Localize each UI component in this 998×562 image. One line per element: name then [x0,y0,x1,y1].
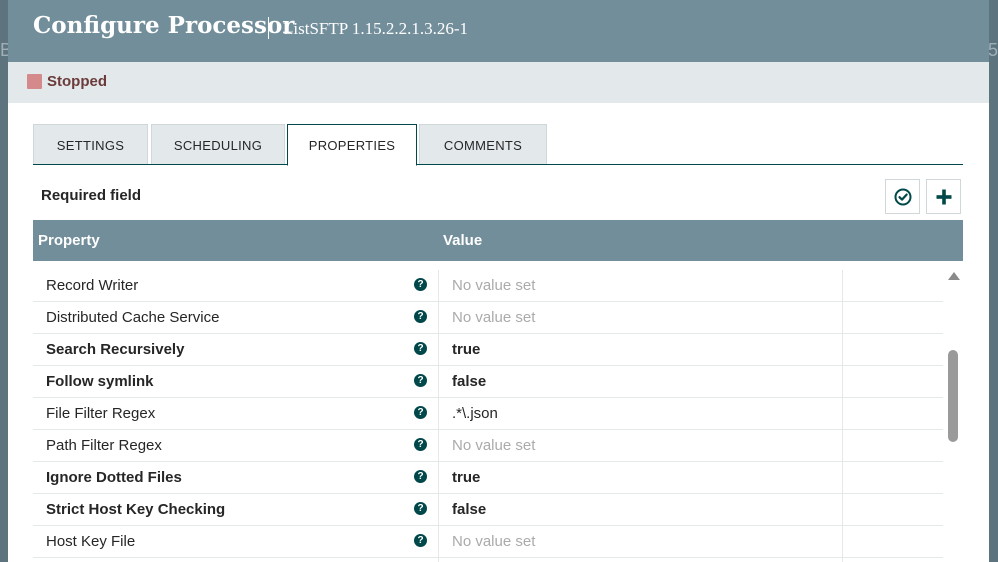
plus-icon [936,189,951,204]
table-row[interactable]: Follow symlink? false [33,366,943,398]
dialog-subtitle: ListSFTP 1.15.2.2.1.3.26-1 [283,19,468,38]
help-icon[interactable]: ? [414,470,427,483]
property-value: false [452,501,487,518]
property-name: Search Recursively [46,341,185,358]
configure-processor-dialog: Configure Processor ListSFTP 1.15.2.2.1.… [8,0,989,562]
table-row[interactable]: Connection Timeout?30 sec [33,558,943,562]
table-row[interactable]: Record Writer? No value set [33,270,943,302]
property-column-header[interactable]: Property [38,232,100,249]
property-name: Record Writer [46,277,139,294]
status-bar: Stopped [8,62,989,103]
property-value-cell[interactable]: No value set [438,302,843,333]
help-icon[interactable]: ? [414,438,427,451]
tab-properties[interactable]: PROPERTIES [287,124,417,166]
help-icon[interactable]: ? [414,374,427,387]
table-row[interactable]: Search Recursively? true [33,334,943,366]
property-value-cell[interactable]: No value set [438,270,843,301]
tab-settings[interactable]: SETTINGS [33,124,148,164]
table-row[interactable]: Strict Host Key Checking? false [33,494,943,526]
help-icon[interactable]: ? [414,406,427,419]
property-name: Ignore Dotted Files [46,469,182,486]
table-row[interactable]: Path Filter Regex? No value set [33,430,943,462]
properties-table-header: Property Value [33,220,963,261]
property-name: Follow symlink [46,373,154,390]
property-name: Strict Host Key Checking [46,501,226,518]
add-property-button[interactable] [926,179,961,214]
help-icon[interactable]: ? [414,278,427,291]
property-value: true [452,469,481,486]
table-row[interactable]: Ignore Dotted Files? true [33,462,943,494]
status-label: Stopped [47,73,107,90]
stopped-icon [27,74,42,89]
property-name: File Filter Regex [46,405,156,422]
help-icon[interactable]: ? [414,502,427,515]
property-value-cell[interactable]: false [438,366,843,397]
property-value: No value set [452,309,536,326]
verify-properties-button[interactable] [885,179,920,214]
property-value-cell[interactable]: .*\.json [438,398,843,429]
help-icon[interactable]: ? [414,534,427,547]
properties-table-body: Record Writer? No value set Distributed Ca… [33,270,943,562]
background-text-right: 5 [988,40,998,60]
property-value-cell[interactable]: true [438,334,843,365]
title-separator [268,17,269,39]
value-column-header[interactable]: Value [443,232,482,249]
help-icon[interactable]: ? [414,342,427,355]
help-icon[interactable]: ? [414,310,427,323]
required-field-label: Required field [41,187,142,204]
property-name: Host Key File [46,533,136,550]
property-value: false [452,373,487,390]
tab-comments[interactable]: COMMENTS [419,124,547,164]
dialog-title: Configure Processor [33,12,295,39]
scrollbar-thumb[interactable] [948,350,958,442]
property-value-cell[interactable]: 30 sec [438,558,843,562]
tab-scheduling[interactable]: SCHEDULING [151,124,285,164]
property-value-cell[interactable]: true [438,462,843,493]
property-value: true [452,341,481,358]
scroll-up-arrow-icon[interactable] [948,272,960,280]
property-value: No value set [452,533,536,550]
table-row[interactable]: Host Key File? No value set [33,526,943,558]
property-value-cell[interactable]: No value set [438,430,843,461]
property-value-cell[interactable]: No value set [438,526,843,557]
property-name: Distributed Cache Service [46,309,220,326]
dialog-header: Configure Processor ListSFTP 1.15.2.2.1.… [8,0,989,63]
table-row[interactable]: Distributed Cache Service? No value set [33,302,943,334]
property-value: .*\.json [452,405,498,422]
tab-underline [33,164,963,165]
check-circle-icon [894,188,911,205]
property-value: No value set [452,437,536,454]
property-value-cell[interactable]: false [438,494,843,525]
table-row[interactable]: File Filter Regex? .*\.json [33,398,943,430]
property-name: Path Filter Regex [46,437,162,454]
property-value: No value set [452,277,536,294]
